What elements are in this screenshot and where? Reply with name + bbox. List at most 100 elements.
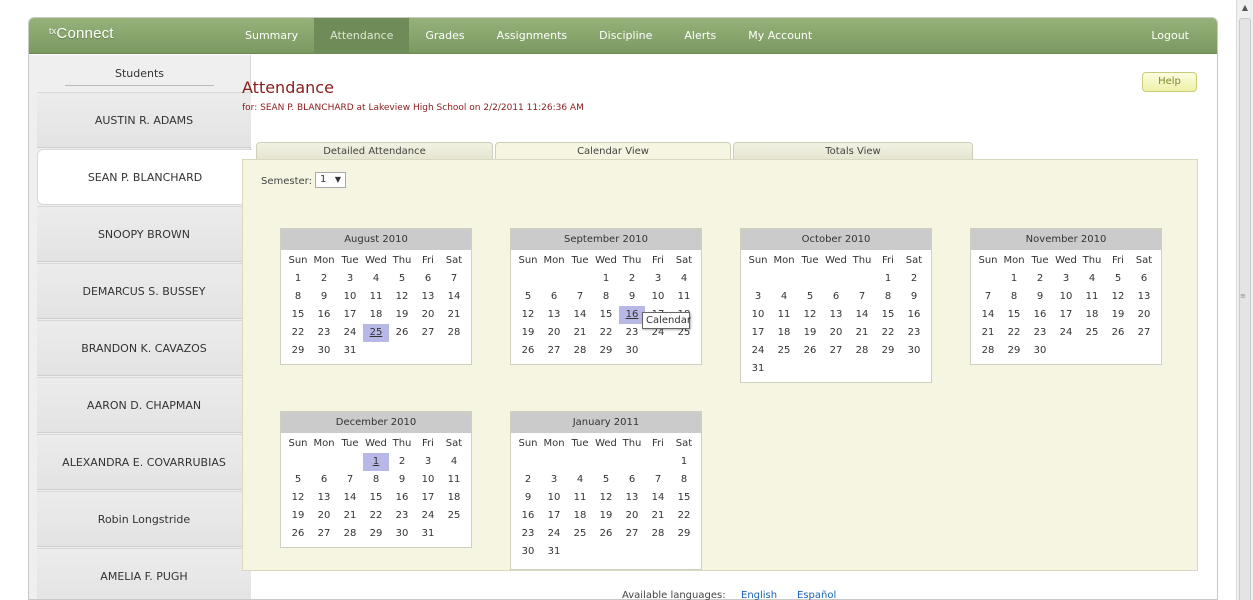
scroll-up-icon[interactable]: ▲ <box>1237 0 1253 16</box>
sidebar-student-item[interactable]: BRANDON K. CAVAZOS <box>37 320 251 376</box>
calendar-day: 29 <box>881 345 895 356</box>
help-button[interactable]: Help <box>1142 72 1197 92</box>
calendar-day: 28 <box>651 528 665 539</box>
calendar-day: 28 <box>447 327 461 338</box>
empty-cell <box>745 270 771 288</box>
calendar-day: 4 <box>450 456 458 467</box>
semester-label: Semester: <box>261 176 312 187</box>
calendar-grid: Sun Mon Tue Wed Thu Fri Sat 1 2 3 4 5 6 7 8 9 10 11 12 13 14… <box>281 250 471 364</box>
calendar-day: 30 <box>395 528 409 539</box>
calendar-day: 3 <box>654 273 662 284</box>
calendar-day: 6 <box>424 273 432 284</box>
calendar-day: 19 <box>291 510 305 521</box>
calendar-day: 11 <box>677 291 691 302</box>
calendar-day: 5 <box>1114 273 1122 284</box>
weekday-header: Sat <box>905 255 923 266</box>
weekday-header: Sun <box>288 255 308 266</box>
nav-alerts[interactable]: Alerts <box>668 18 732 54</box>
sidebar-student-item[interactable]: Robin Longstride <box>37 491 251 547</box>
nav-attendance[interactable]: Attendance <box>314 18 410 54</box>
calendar-day: 18 <box>1085 309 1099 320</box>
language-english-link[interactable]: English <box>741 590 777 600</box>
calendar-day: 27 <box>317 528 331 539</box>
calendar-grid: Sun Mon Tue Wed Thu Fri Sat 1 2 3 4 5 6 7 8 9 10 11 12 13 14… <box>511 250 701 364</box>
calendar-day: 9 <box>628 291 636 302</box>
weekday-header: Sun <box>288 438 308 449</box>
calendar-day: 6 <box>1140 273 1148 284</box>
nav-summary[interactable]: Summary <box>229 18 314 54</box>
language-spanish-link[interactable]: Español <box>797 590 836 600</box>
calendar-day: 23 <box>395 510 409 521</box>
month-title: January 2011 <box>511 412 701 433</box>
calendar-day: 11 <box>447 474 461 485</box>
month-calendar: November 2010 Sun Mon Tue Wed Thu Fri Sat 1 2 3 4 5 6… <box>970 228 1162 365</box>
sidebar-student-item[interactable]: ALEXANDRA E. COVARRUBIAS <box>37 434 251 490</box>
calendar-day: 3 <box>424 456 432 467</box>
scroll-grip-icon: ≡ <box>1240 292 1246 300</box>
sidebar-student-item[interactable]: SEAN P. BLANCHARD <box>37 149 252 205</box>
calendar-grid: Sun Mon Tue Wed Thu Fri Sat 1 2 3 4 5 6 7 8 9 10 11 12 13 14… <box>281 433 471 547</box>
calendar-day: 16 <box>1033 309 1047 320</box>
attendance-marked-day[interactable]: 25 <box>363 324 389 342</box>
page-scrollbar[interactable]: ▲ ≡ <box>1236 0 1253 600</box>
empty-cell <box>645 453 671 471</box>
sidebar-student-item[interactable]: AUSTIN R. ADAMS <box>37 92 251 148</box>
calendar-day: 16 <box>395 492 409 503</box>
calendar-day: 22 <box>369 510 383 521</box>
calendar-day: 30 <box>1033 345 1047 356</box>
calendar-day: 27 <box>421 327 435 338</box>
weekday-header: Tue <box>341 438 359 449</box>
calendar-day: 16 <box>907 309 921 320</box>
weekday-header: Fri <box>422 255 434 266</box>
nav-assignments[interactable]: Assignments <box>481 18 584 54</box>
weekday-header: Sat <box>445 255 463 266</box>
calendar-day: 2 <box>1036 273 1044 284</box>
calendar-grid: Sun Mon Tue Wed Thu Fri Sat 1 2 3 4 5 6 7 8 9 10 11 12 13 14… <box>741 250 931 382</box>
calendar-day: 1 <box>680 456 688 467</box>
sidebar-student-item[interactable]: SNOOPY BROWN <box>37 206 251 262</box>
sidebar-student-item[interactable]: AARON D. CHAPMAN <box>37 377 251 433</box>
calendar-day: 28 <box>855 345 869 356</box>
nav-grades[interactable]: Grades <box>409 18 480 54</box>
nav-discipline[interactable]: Discipline <box>583 18 668 54</box>
calendar-day: 23 <box>521 528 535 539</box>
calendar-day: 31 <box>421 528 435 539</box>
calendar-day: 6 <box>550 291 558 302</box>
calendar-day: 3 <box>1062 273 1070 284</box>
calendar-day: 7 <box>346 474 354 485</box>
weekday-header: Wed <box>365 438 387 449</box>
txconnect-logo[interactable]: txConnect <box>49 25 114 42</box>
calendar-day: 9 <box>320 291 328 302</box>
calendar-day: 24 <box>547 528 561 539</box>
calendar-day: 28 <box>343 528 357 539</box>
calendar-day: 25 <box>447 510 461 521</box>
calendar-day: 27 <box>547 345 561 356</box>
calendar-day: 17 <box>421 492 435 503</box>
attendance-marked-day[interactable]: 1 <box>363 453 389 471</box>
calendar-day: 26 <box>803 345 817 356</box>
calendar-day: 14 <box>447 291 461 302</box>
semester-select[interactable]: 1 ▼ <box>315 172 346 188</box>
weekday-header: Mon <box>313 255 335 266</box>
weekday-header: Wed <box>595 255 617 266</box>
logout-link[interactable]: Logout <box>1151 18 1189 54</box>
calendar-day: 8 <box>294 291 302 302</box>
calendar-day: 20 <box>829 327 843 338</box>
calendar-day: 11 <box>369 291 383 302</box>
weekday-header: Tue <box>571 255 589 266</box>
calendar-day: 13 <box>421 291 435 302</box>
calendar-day: 29 <box>369 528 383 539</box>
nav-my-account[interactable]: My Account <box>732 18 828 54</box>
scroll-thumb[interactable] <box>1239 18 1251 600</box>
calendar-day: 2 <box>628 273 636 284</box>
calendar-day: 21 <box>651 510 665 521</box>
weekday-header: Tue <box>341 255 359 266</box>
sidebar-student-item[interactable]: DEMARCUS S. BUSSEY <box>37 263 251 319</box>
calendar-day: 5 <box>602 474 610 485</box>
calendar-day: 5 <box>524 291 532 302</box>
sidebar-student-item[interactable]: AMELIA F. PUGH <box>37 548 251 599</box>
calendar-day: 13 <box>625 492 639 503</box>
empty-cell <box>619 453 645 471</box>
calendar-day: 23 <box>317 327 331 338</box>
calendar-day: 26 <box>1111 327 1125 338</box>
